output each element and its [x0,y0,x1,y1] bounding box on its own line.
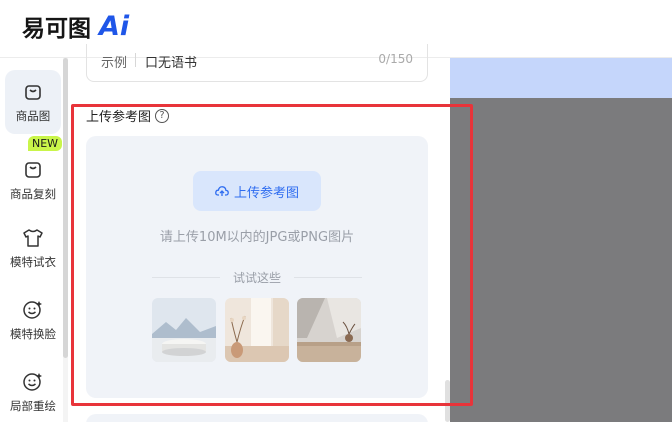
sidebar-item-product-image[interactable]: 商品图 [5,70,61,134]
sidebar-item-model-tryon[interactable]: 模特试衣 [5,216,61,280]
sidebar-item-face-swap[interactable]: 模特换脸 [5,288,61,352]
logo-ai-mark: Ai [99,10,130,42]
logo[interactable]: 易可图 Ai [22,8,129,44]
sidebar-item-product-copy[interactable]: 商品复刻 [5,148,61,212]
sidebar-item-label: 模特换脸 [10,326,56,341]
shirt-icon [22,227,44,249]
bag-icon [22,81,44,103]
face-redraw-icon [22,371,44,393]
logo-text: 易可图 [22,16,91,42]
sidebar-item-partial-redraw[interactable]: 局部重绘 [5,360,61,422]
divider [135,53,136,67]
preview-canvas [450,98,672,422]
example-chip[interactable]: 口无语书 [145,52,197,71]
face-swap-icon [22,299,44,321]
prompt-input-box[interactable]: 示例 口无语书 0/150 [86,44,428,82]
canvas-header [450,58,672,98]
character-counter: 0/150 [378,52,413,66]
sidebar-item-label: 商品图 [15,108,51,123]
sidebar-item-label: 模特试衣 [10,254,56,269]
tool-sidebar: 商品图 NEW 商品复刻 模特试衣 模特换脸 局部重绘 [0,58,68,422]
next-section-card [86,414,428,422]
bag-copy-icon [22,159,44,181]
sidebar-item-label: 商品复刻 [10,186,56,201]
highlight-box [71,104,473,406]
sidebar-item-label: 局部重绘 [10,398,56,413]
example-label[interactable]: 示例 [101,52,127,71]
